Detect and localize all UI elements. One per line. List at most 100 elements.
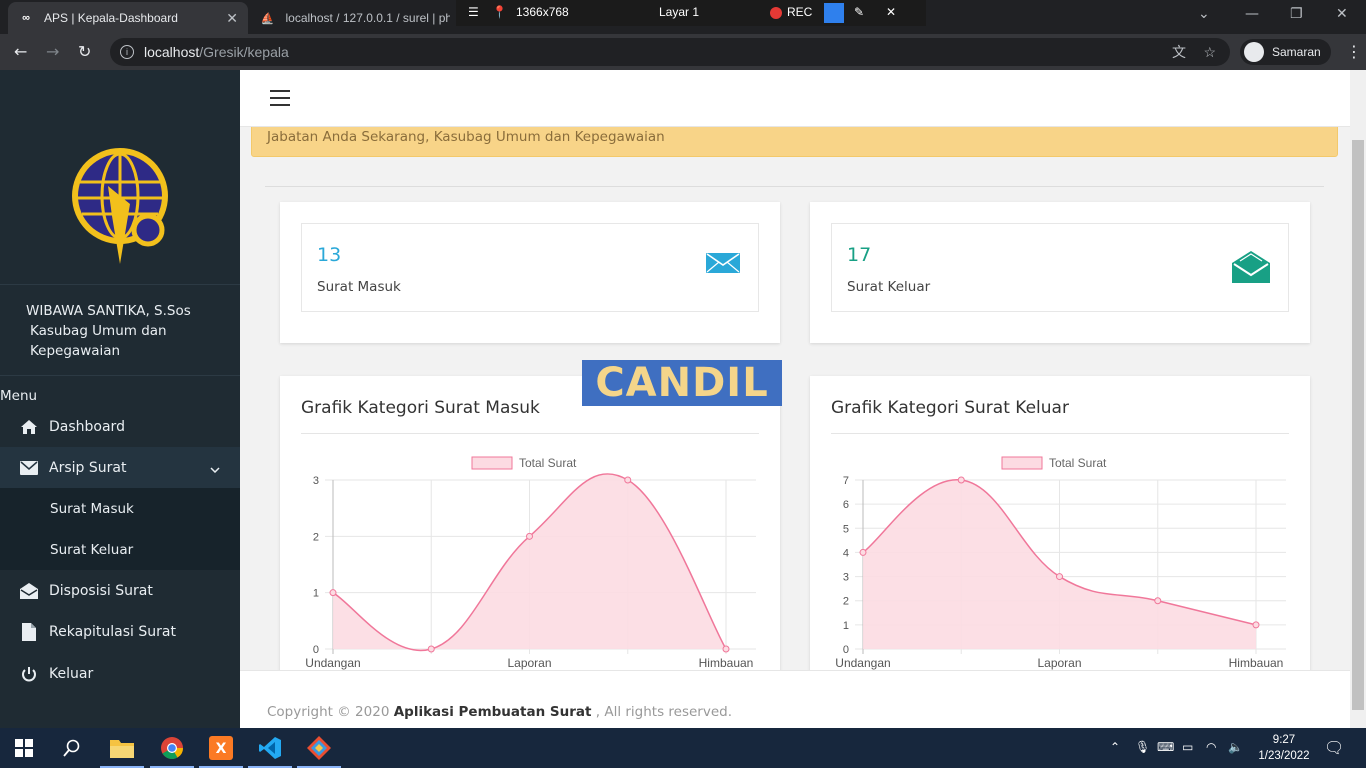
chevron-down-icon[interactable]: ⌄ bbox=[1198, 6, 1210, 22]
menu-heading: Menu bbox=[0, 388, 38, 404]
y-tick-label: 1 bbox=[843, 620, 849, 632]
y-tick-label: 0 bbox=[843, 644, 849, 656]
sidebar-item-label: Keluar bbox=[49, 665, 94, 682]
y-tick-label: 0 bbox=[313, 644, 319, 656]
stat-box: 13 Surat Masuk bbox=[301, 223, 759, 312]
data-point bbox=[1252, 621, 1260, 629]
svg-text:X: X bbox=[216, 741, 227, 757]
incognito-profile-button[interactable]: Samaran bbox=[1240, 39, 1331, 65]
pencil-icon[interactable]: ✎ bbox=[854, 5, 864, 19]
sidebar-item-disposisi-surat[interactable]: Disposisi Surat bbox=[0, 570, 240, 611]
logo bbox=[68, 146, 172, 270]
stat-label: Surat Keluar bbox=[847, 279, 931, 295]
sidebar-item-arsip-surat[interactable]: Arsip Surat bbox=[0, 447, 240, 488]
stat-value: 13 bbox=[317, 244, 342, 266]
volume-icon[interactable]: 🔈 bbox=[1228, 740, 1243, 754]
data-point bbox=[329, 589, 337, 597]
x-tick-label: Himbauan bbox=[699, 656, 754, 670]
x-tick-label: Laporan bbox=[1037, 656, 1081, 670]
incognito-icon bbox=[1244, 42, 1264, 62]
tab-phpmyadmin[interactable]: ⛵ localhost / 127.0.0.1 / surel | php bbox=[250, 2, 460, 34]
sourcetree-icon[interactable] bbox=[297, 736, 341, 768]
minimize-icon[interactable]: — bbox=[1245, 6, 1259, 22]
microphone-icon[interactable]: 🎙 bbox=[1135, 740, 1150, 754]
translate-icon[interactable]: 文 bbox=[1172, 42, 1186, 62]
envelope-icon bbox=[20, 459, 38, 477]
star-icon[interactable]: ☆ bbox=[1203, 44, 1216, 61]
xampp-icon[interactable]: X bbox=[199, 736, 243, 768]
sidebar-item-label: Disposisi Surat bbox=[49, 582, 153, 599]
user-role: Kasubag Umum dan Kepegawaian bbox=[30, 323, 167, 359]
chrome-icon[interactable] bbox=[150, 736, 194, 768]
browser-tab-bar: ∞ APS | Kepala-Dashboard ✕ ⛵ localhost /… bbox=[0, 0, 1366, 34]
sidebar-item-surat-masuk[interactable]: Surat Masuk bbox=[0, 488, 240, 529]
notification-icon[interactable]: 🗨 bbox=[1324, 738, 1344, 758]
footer: Copyright © 2020 Aplikasi Pembuatan Sura… bbox=[240, 670, 1350, 728]
legend-swatch bbox=[1001, 456, 1043, 470]
camera-icon[interactable] bbox=[824, 3, 844, 23]
pin-icon[interactable]: 📍 bbox=[492, 5, 507, 19]
x-tick-label: Laporan bbox=[507, 656, 551, 670]
sidebar-item-label: Rekapitulasi Surat bbox=[49, 623, 176, 640]
menu-icon[interactable]: ☰ bbox=[468, 5, 479, 19]
back-icon[interactable]: ← bbox=[14, 42, 27, 61]
close-window-icon[interactable]: ✕ bbox=[1336, 6, 1348, 22]
search-icon[interactable] bbox=[60, 736, 84, 760]
y-tick-label: 1 bbox=[313, 588, 319, 600]
divider bbox=[265, 186, 1324, 187]
info-icon[interactable]: i bbox=[120, 45, 134, 59]
sidebar-item-keluar[interactable]: Keluar bbox=[0, 653, 240, 694]
chevron-up-icon[interactable]: ⌃ bbox=[1110, 740, 1120, 754]
hamburger-menu-icon[interactable] bbox=[270, 90, 290, 111]
kebab-menu-icon[interactable]: ⋮ bbox=[1346, 42, 1362, 61]
legend: Total Surat bbox=[1001, 456, 1107, 470]
clock-time: 9:27 bbox=[1272, 734, 1296, 746]
sidebar-item-surat-keluar[interactable]: Surat Keluar bbox=[0, 529, 240, 570]
sidebar-item-rekapitulasi-surat[interactable]: Rekapitulasi Surat bbox=[0, 611, 240, 652]
reload-icon[interactable]: ↻ bbox=[78, 42, 91, 61]
scrollbar-thumb[interactable] bbox=[1352, 140, 1364, 710]
stat-card-surat-keluar[interactable]: 17 Surat Keluar bbox=[810, 202, 1310, 343]
chart-masuk: Total Surat 0 1 2 3 Undangan Laporan Himbauan bbox=[305, 456, 756, 670]
sidebar: WIBAWA SANTIKA, S.Sos Kasubag Umum dan K… bbox=[0, 70, 240, 728]
resolution-label: 1366x768 bbox=[516, 5, 569, 19]
battery-icon[interactable]: ▭ bbox=[1182, 740, 1193, 754]
tab-dashboard[interactable]: ∞ APS | Kepala-Dashboard ✕ bbox=[8, 2, 248, 34]
power-icon bbox=[20, 665, 38, 683]
sidebar-item-dashboard[interactable]: Dashboard bbox=[0, 406, 240, 447]
top-navbar bbox=[240, 70, 1350, 127]
close-icon[interactable]: ✕ bbox=[886, 5, 896, 19]
legend: Total Surat bbox=[471, 456, 577, 470]
user-name: WIBAWA SANTIKA, S.Sos bbox=[26, 303, 191, 319]
url-host: localhost bbox=[144, 44, 200, 60]
legend-swatch bbox=[471, 456, 513, 470]
chevron-down-icon bbox=[210, 461, 220, 477]
browser-toolbar: ← → ↻ i localhost/Gresik/kepala 文 ☆ Sama… bbox=[0, 34, 1366, 70]
keyboard-icon[interactable]: ⌨ bbox=[1157, 740, 1174, 754]
windows-start-icon[interactable] bbox=[12, 736, 36, 760]
profile-label: Samaran bbox=[1272, 45, 1321, 59]
restore-icon[interactable]: ❐ bbox=[1290, 6, 1303, 22]
envelope-open-icon bbox=[1232, 251, 1270, 287]
vscode-icon[interactable] bbox=[248, 736, 292, 768]
sidebar-item-label: Arsip Surat bbox=[49, 459, 127, 476]
y-tick-label: 6 bbox=[843, 499, 849, 511]
taskbar-clock[interactable]: 9:27 1/23/2022 bbox=[1254, 732, 1314, 764]
watermark: CANDIL bbox=[582, 360, 782, 406]
address-bar[interactable]: i localhost/Gresik/kepala 文 ☆ bbox=[110, 38, 1230, 66]
close-icon[interactable]: ✕ bbox=[226, 10, 238, 27]
forward-icon[interactable]: → bbox=[46, 42, 59, 61]
y-tick-label: 2 bbox=[313, 531, 319, 543]
wifi-icon[interactable]: ◠ bbox=[1206, 740, 1216, 754]
rec-button[interactable]: REC bbox=[787, 5, 812, 19]
screen-recorder-toolbar: ☰ 📍 1366x768 Layar 1 REC ✎ ✕ bbox=[456, 0, 926, 26]
y-tick-label: 4 bbox=[843, 547, 849, 559]
stat-card-surat-masuk[interactable]: 13 Surat Masuk bbox=[280, 202, 780, 343]
user-info: WIBAWA SANTIKA, S.Sos Kasubag Umum dan K… bbox=[0, 284, 240, 376]
data-point bbox=[624, 476, 632, 484]
file-explorer-icon[interactable] bbox=[100, 736, 144, 768]
scrollbar[interactable] bbox=[1350, 70, 1366, 728]
data-point bbox=[1056, 573, 1063, 581]
main-content: Jabatan Anda Sekarang, Kasubag Umum dan … bbox=[240, 70, 1350, 728]
data-point bbox=[1154, 597, 1162, 605]
